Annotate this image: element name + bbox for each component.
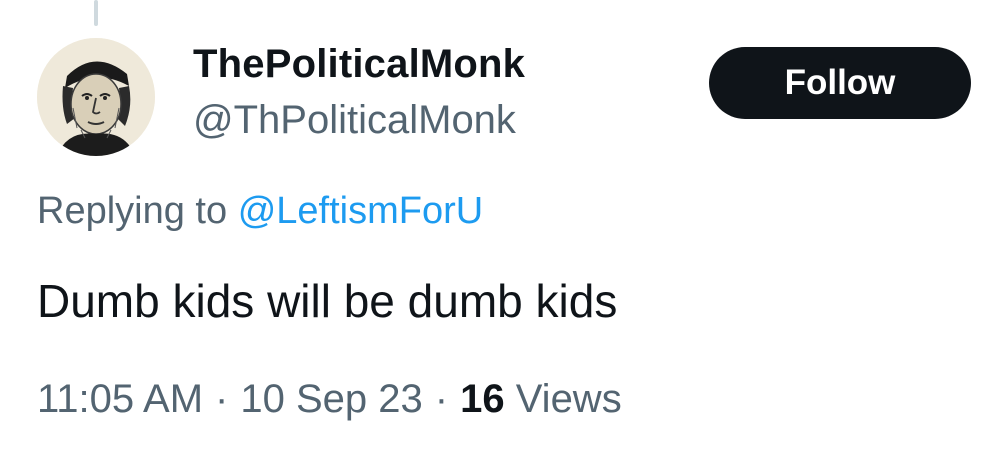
meta-separator: · xyxy=(215,377,229,421)
replying-to-label: Replying to xyxy=(37,190,228,232)
replying-to: Replying to @LeftismForU xyxy=(37,187,483,235)
portrait-avatar-icon xyxy=(37,38,155,156)
views-label[interactable]: Views xyxy=(516,377,622,421)
reply-mention-link[interactable]: @LeftismForU xyxy=(238,190,484,232)
meta-separator: · xyxy=(434,377,449,421)
tweet-time[interactable]: 11:05 AM xyxy=(37,377,203,421)
avatar[interactable] xyxy=(37,38,155,156)
author-display-name[interactable]: ThePoliticalMonk xyxy=(193,40,525,88)
thread-connector-line xyxy=(94,0,98,26)
tweet-date[interactable]: 10 Sep 23 xyxy=(240,377,422,421)
author-handle[interactable]: @ThPoliticalMonk xyxy=(193,96,516,144)
tweet-text: Dumb kids will be dumb kids xyxy=(37,275,618,327)
views-count[interactable]: 16 xyxy=(460,377,505,421)
tweet-metadata: 11:05 AM · 10 Sep 23 · 16 Views xyxy=(37,375,622,423)
follow-button[interactable]: Follow xyxy=(709,47,971,119)
